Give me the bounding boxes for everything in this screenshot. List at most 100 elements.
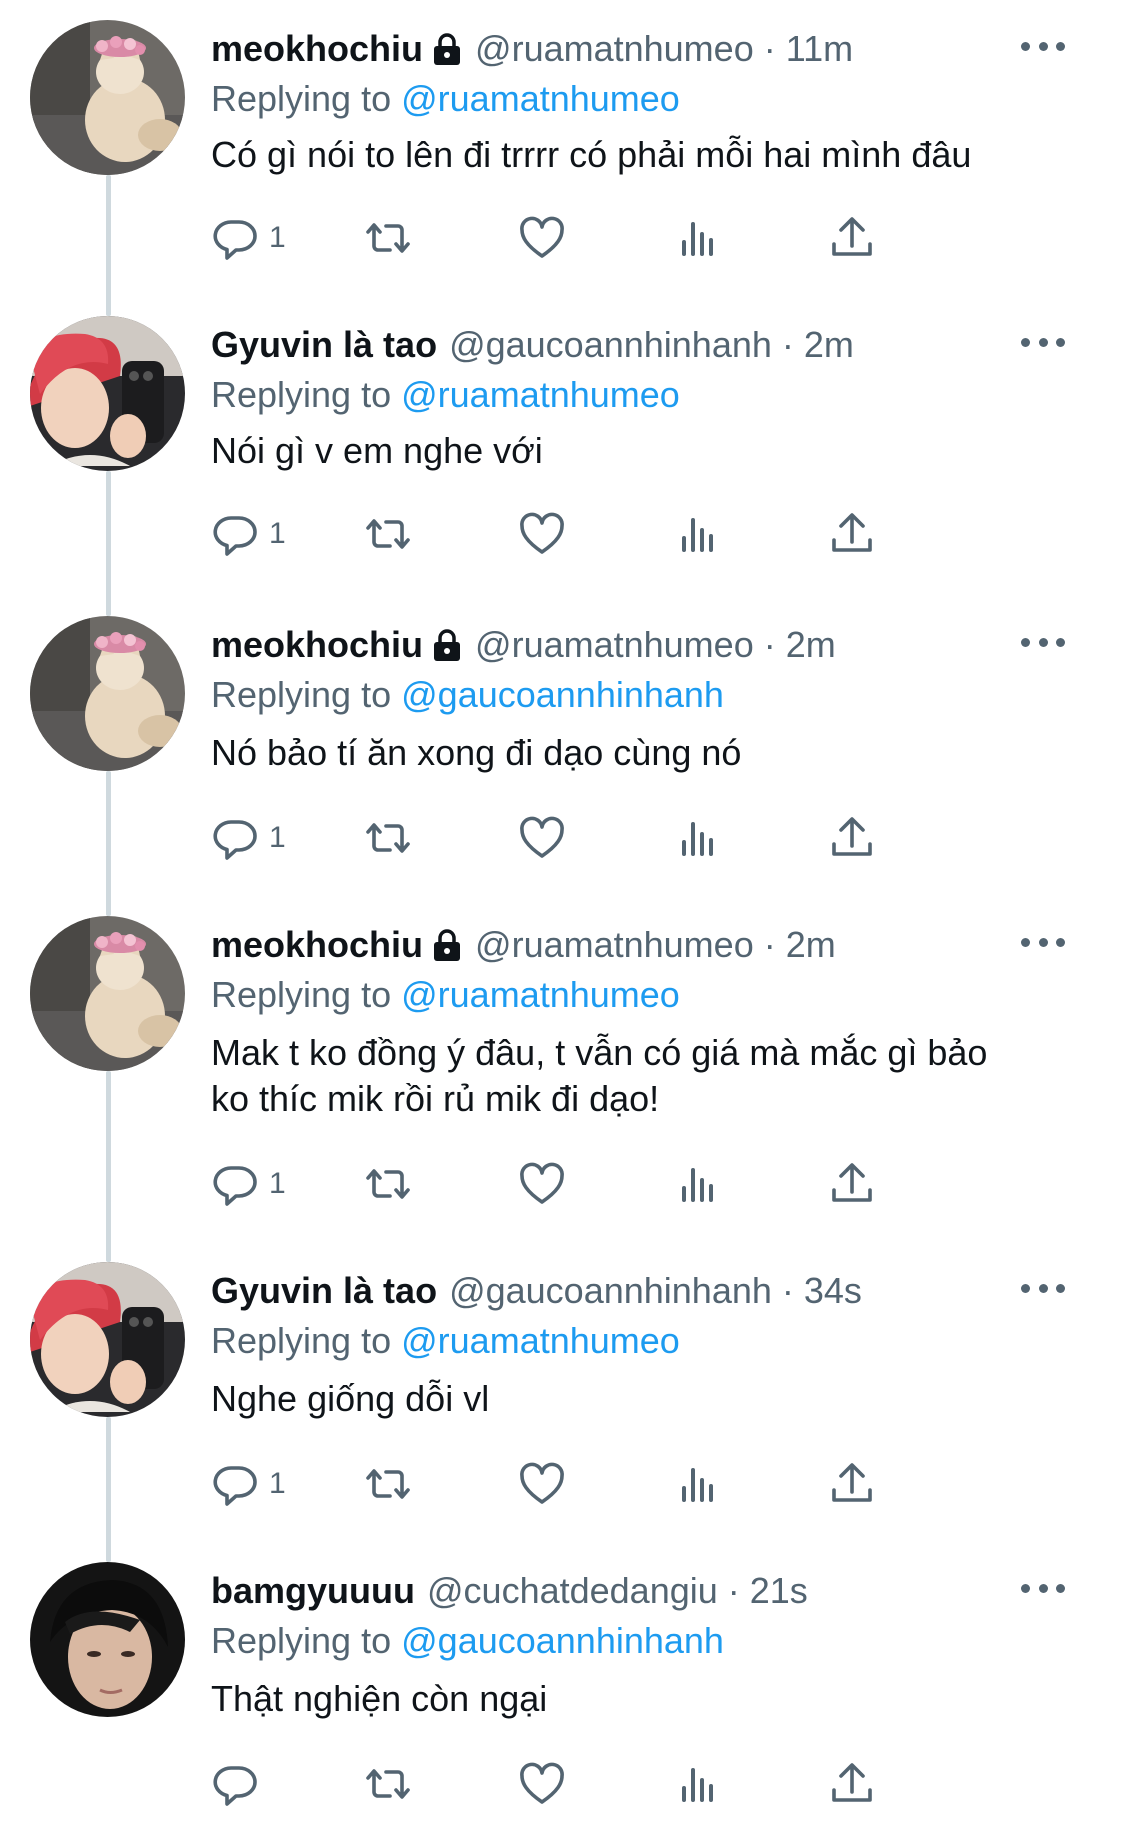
like-button[interactable]: [518, 812, 566, 864]
reply-button[interactable]: 1: [211, 508, 286, 560]
avatar[interactable]: [30, 20, 185, 175]
avatar[interactable]: [30, 1562, 185, 1717]
user-handle[interactable]: @cuchatdedangiu: [427, 1566, 718, 1616]
display-name[interactable]: meokhochiu: [211, 620, 423, 670]
like-button[interactable]: [518, 1758, 566, 1810]
display-name[interactable]: bamgyuuuu: [211, 1566, 415, 1616]
tweet-actions: 1: [211, 212, 1011, 264]
more-icon[interactable]: [1021, 630, 1065, 654]
like-button[interactable]: [518, 1158, 566, 1210]
tweet[interactable]: Gyuvin là tao @gaucoannhinhanh · 2m Repl…: [0, 276, 1125, 592]
heart-icon: [520, 512, 564, 554]
reply-button[interactable]: 1: [211, 1158, 286, 1210]
more-icon[interactable]: [1021, 1276, 1065, 1300]
share-button[interactable]: [828, 508, 876, 560]
user-handle[interactable]: @gaucoannhinhanh: [449, 320, 772, 370]
thread-line: [106, 1222, 111, 1262]
replying-to-handle[interactable]: @ruamatnhumeo: [401, 974, 680, 1015]
share-icon: [832, 513, 872, 552]
share-button[interactable]: [828, 1158, 876, 1210]
like-button[interactable]: [518, 212, 566, 264]
views-icon: [682, 222, 713, 256]
timestamp[interactable]: 2m: [786, 620, 836, 670]
share-button[interactable]: [828, 1458, 876, 1510]
replying-to-handle[interactable]: @ruamatnhumeo: [401, 1320, 680, 1361]
share-icon: [832, 1463, 872, 1502]
share-button[interactable]: [828, 1758, 876, 1810]
views-button[interactable]: [674, 812, 722, 864]
display-name[interactable]: meokhochiu: [211, 920, 423, 970]
avatar[interactable]: [30, 316, 185, 471]
replying-to-handle[interactable]: @ruamatnhumeo: [401, 374, 680, 415]
display-name[interactable]: Gyuvin là tao: [211, 320, 437, 370]
timestamp[interactable]: 2m: [804, 320, 854, 370]
views-button[interactable]: [674, 1758, 722, 1810]
reply-button[interactable]: 1: [211, 212, 286, 264]
tweet[interactable]: meokhochiu @ruamatnhumeo · 2m Replying t…: [0, 576, 1125, 896]
like-button[interactable]: [518, 508, 566, 560]
tweet-text: Có gì nói to lên đi trrrr có phải mỗi ha…: [211, 132, 1081, 178]
share-button[interactable]: [828, 812, 876, 864]
replying-to-handle[interactable]: @ruamatnhumeo: [401, 78, 680, 119]
share-button[interactable]: [828, 212, 876, 264]
views-button[interactable]: [674, 1158, 722, 1210]
views-button[interactable]: [674, 1458, 722, 1510]
timestamp[interactable]: 34s: [804, 1266, 862, 1316]
share-icon: [832, 217, 872, 256]
share-icon: [832, 1163, 872, 1202]
tweet[interactable]: Gyuvin là tao @gaucoannhinhanh · 34s Rep…: [0, 1222, 1125, 1542]
more-icon[interactable]: [1021, 930, 1065, 954]
more-icon[interactable]: [1021, 330, 1065, 354]
thread-line: [106, 876, 111, 916]
timestamp[interactable]: 2m: [786, 920, 836, 970]
reply-count: 1: [269, 1167, 286, 1200]
tweet[interactable]: bamgyuuuu @cuchatdedangiu · 21s Replying…: [0, 1522, 1125, 1840]
views-icon: [682, 822, 713, 856]
user-handle[interactable]: @gaucoannhinhanh: [449, 1266, 772, 1316]
replying-to-handle[interactable]: @gaucoannhinhanh: [401, 674, 724, 715]
tweet[interactable]: meokhochiu @ruamatnhumeo · 11m Replying …: [0, 0, 1125, 296]
tweet-text-line: Nói gì v em nghe với: [211, 430, 543, 471]
retweet-button[interactable]: [364, 812, 412, 864]
reply-button[interactable]: 1: [211, 812, 286, 864]
timestamp[interactable]: 11m: [786, 24, 853, 74]
user-handle[interactable]: @ruamatnhumeo: [475, 920, 754, 970]
retweet-button[interactable]: [364, 1158, 412, 1210]
display-name[interactable]: Gyuvin là tao: [211, 1266, 437, 1316]
more-icon[interactable]: [1021, 1576, 1065, 1600]
timestamp[interactable]: 21s: [750, 1566, 808, 1616]
separator-dot: ·: [763, 28, 776, 69]
avatar[interactable]: [30, 916, 185, 1071]
reply-button[interactable]: [211, 1758, 269, 1810]
views-icon: [682, 1168, 713, 1202]
tweet-text-line: Nghe giống dỗi vl: [211, 1378, 490, 1419]
user-handle[interactable]: @ruamatnhumeo: [475, 24, 754, 74]
avatar[interactable]: [30, 616, 185, 771]
separator-dot: ·: [763, 924, 776, 965]
display-name[interactable]: meokhochiu: [211, 24, 423, 74]
reply-icon: [213, 516, 257, 556]
user-handle[interactable]: @ruamatnhumeo: [475, 620, 754, 670]
reply-thread: meokhochiu @ruamatnhumeo · 11m Replying …: [0, 0, 1125, 1840]
retweet-button[interactable]: [364, 212, 412, 264]
heart-icon: [520, 1462, 564, 1504]
tweet-actions: 1: [211, 1158, 1011, 1210]
retweet-button[interactable]: [364, 1458, 412, 1510]
tweet[interactable]: meokhochiu @ruamatnhumeo · 2m Replying t…: [0, 876, 1125, 1242]
reply-button[interactable]: 1: [211, 1458, 286, 1510]
replying-to-label: Replying to: [211, 974, 392, 1015]
views-button[interactable]: [674, 508, 722, 560]
separator-dot: ·: [781, 324, 794, 365]
like-button[interactable]: [518, 1458, 566, 1510]
more-icon[interactable]: [1021, 34, 1065, 58]
tweet-text: Nói gì v em nghe với: [211, 428, 1081, 474]
thread-line: [106, 276, 111, 316]
replying-to-handle[interactable]: @gaucoannhinhanh: [401, 1620, 724, 1661]
avatar[interactable]: [30, 1262, 185, 1417]
separator-dot: ·: [763, 624, 776, 665]
views-button[interactable]: [674, 212, 722, 264]
heart-icon: [520, 816, 564, 858]
retweet-button[interactable]: [364, 1758, 412, 1810]
views-icon: [682, 518, 713, 552]
retweet-button[interactable]: [364, 508, 412, 560]
